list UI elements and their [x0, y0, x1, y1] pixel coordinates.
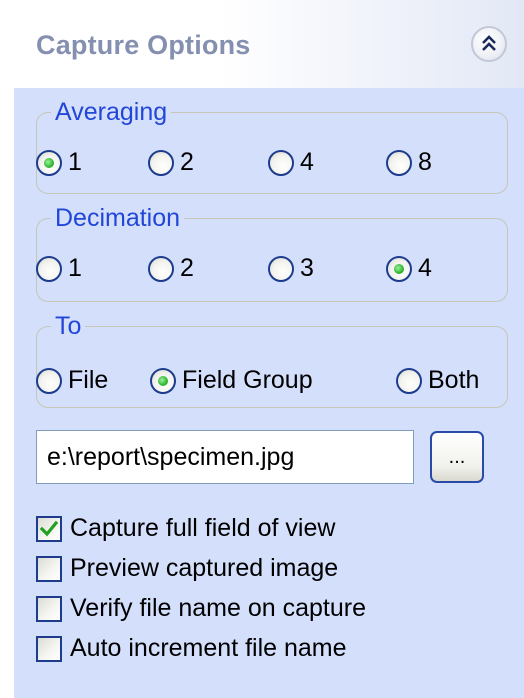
verify-file-name-checkbox[interactable]: Verify file name on capture	[36, 594, 366, 623]
radio-button[interactable]	[36, 149, 62, 176]
checkbox-label: Auto increment file name	[70, 634, 347, 662]
radio-button[interactable]	[36, 255, 62, 282]
preview-captured-checkbox[interactable]: Preview captured image	[36, 554, 338, 583]
destination-legend: To	[55, 312, 82, 340]
averaging-option-8[interactable]: 8	[386, 148, 432, 177]
averaging-option-2[interactable]: 2	[148, 148, 194, 177]
radio-button[interactable]	[268, 255, 294, 282]
radio-button[interactable]	[148, 255, 174, 282]
destination-option-label: Both	[428, 366, 480, 394]
radio-button[interactable]	[386, 255, 412, 282]
decimation-option-3[interactable]: 3	[268, 254, 314, 283]
panel-title: Capture Options	[36, 30, 251, 60]
double-chevron-up-icon	[482, 35, 496, 51]
radio-button[interactable]	[148, 149, 174, 176]
destination-option-both[interactable]: Both	[396, 366, 479, 395]
capture-full-field-checkbox[interactable]: Capture full field of view	[36, 514, 335, 543]
destination-option-field-group[interactable]: Field Group	[150, 366, 313, 395]
averaging-option-4[interactable]: 4	[268, 148, 314, 177]
checkbox-box[interactable]	[36, 595, 62, 622]
destination-option-file[interactable]: File	[36, 366, 108, 395]
averaging-option-1[interactable]: 1	[36, 148, 82, 177]
destination-option-label: File	[68, 366, 109, 394]
averaging-option-label: 2	[180, 148, 194, 176]
radio-button[interactable]	[386, 149, 412, 176]
radio-dot-icon	[394, 263, 404, 274]
decimation-legend: Decimation	[55, 204, 181, 232]
decimation-option-2[interactable]: 2	[148, 254, 194, 283]
decimation-option-1[interactable]: 1	[36, 254, 82, 283]
browse-button[interactable]: ...	[430, 431, 484, 483]
checkbox-box[interactable]	[36, 555, 62, 582]
checkbox-box[interactable]	[36, 515, 62, 542]
collapse-button[interactable]	[471, 26, 507, 62]
radio-button[interactable]	[36, 367, 62, 394]
checkmark-icon	[40, 520, 58, 536]
decimation-option-label: 3	[300, 254, 314, 282]
destination-option-label: Field Group	[182, 366, 313, 394]
radio-button[interactable]	[396, 367, 422, 394]
averaging-option-label: 4	[300, 148, 314, 176]
radio-button[interactable]	[268, 149, 294, 176]
radio-dot-icon	[44, 157, 54, 168]
decimation-option-label: 2	[180, 254, 194, 282]
averaging-option-label: 1	[68, 148, 82, 176]
decimation-option-label: 4	[418, 254, 432, 282]
checkbox-label: Preview captured image	[70, 554, 339, 582]
decimation-option-label: 1	[68, 254, 82, 282]
checkbox-label: Capture full field of view	[70, 514, 336, 542]
capture-options-panel: Averaging 1 2 4 8 Decimation 1 2 3 4 To	[14, 88, 524, 698]
averaging-group: Averaging	[36, 100, 508, 194]
panel-header: Capture Options	[14, 0, 524, 88]
auto-increment-checkbox[interactable]: Auto increment file name	[36, 634, 347, 663]
radio-button[interactable]	[150, 367, 176, 394]
checkbox-label: Verify file name on capture	[70, 594, 366, 622]
decimation-option-4[interactable]: 4	[386, 254, 432, 283]
checkbox-box[interactable]	[36, 635, 62, 662]
file-path-input[interactable]	[36, 430, 414, 484]
averaging-option-label: 8	[418, 148, 432, 176]
averaging-legend: Averaging	[55, 98, 168, 126]
radio-dot-icon	[158, 375, 168, 386]
